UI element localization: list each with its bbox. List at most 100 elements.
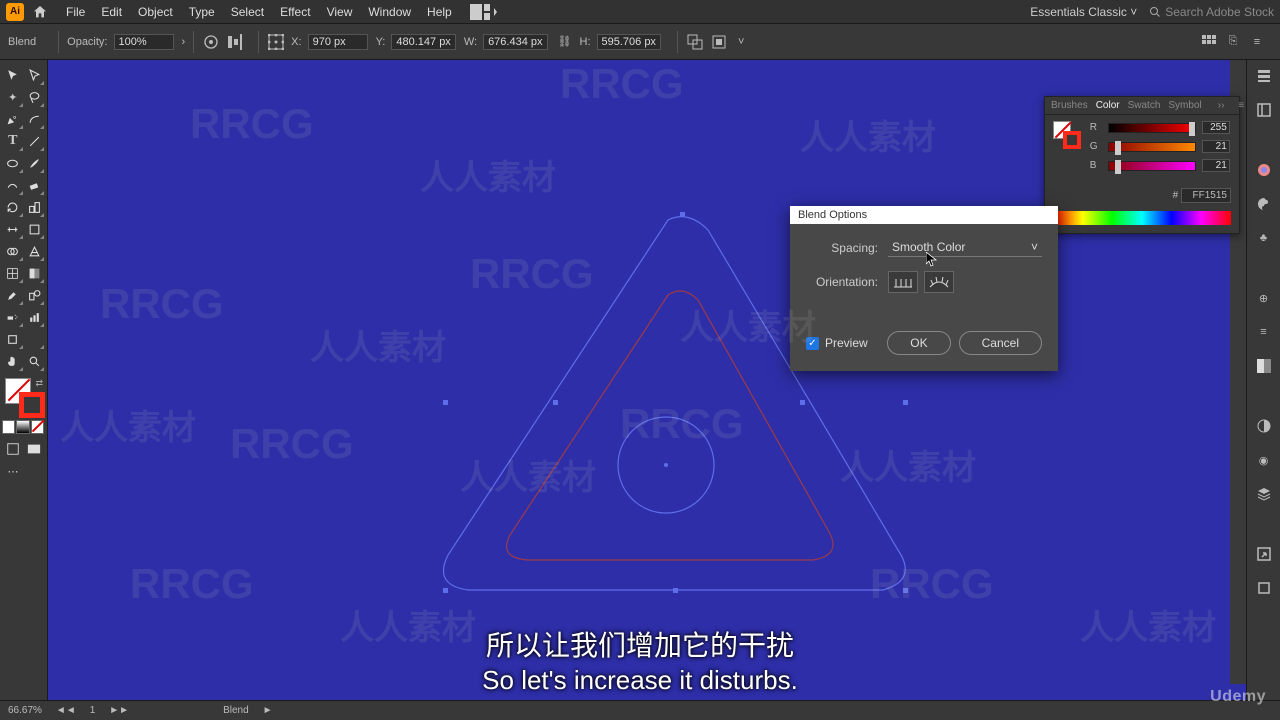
- status-flyout-icon[interactable]: ►: [263, 705, 273, 716]
- line-tool[interactable]: [24, 130, 46, 152]
- width-tool[interactable]: [2, 218, 24, 240]
- b-value[interactable]: 21: [1202, 159, 1230, 172]
- paintbrush-tool[interactable]: [24, 152, 46, 174]
- g-slider[interactable]: [1108, 142, 1196, 152]
- color-panel-icon[interactable]: [1254, 160, 1274, 180]
- menu-file[interactable]: File: [58, 5, 93, 19]
- zoom-tool[interactable]: [24, 350, 46, 372]
- tab-symbols[interactable]: Symbol: [1168, 100, 1201, 111]
- blend-tool[interactable]: [24, 284, 46, 306]
- color-mode-solid[interactable]: [2, 420, 15, 434]
- orientation-align-page[interactable]: [888, 271, 918, 293]
- more-options-icon[interactable]: ˅: [738, 36, 744, 48]
- artboards-panel-icon[interactable]: [1254, 578, 1274, 598]
- artboard-tool[interactable]: [2, 328, 24, 350]
- edit-toolbar[interactable]: ⋯: [2, 460, 24, 482]
- layers-panel-icon[interactable]: [1254, 484, 1274, 504]
- mesh-tool[interactable]: [2, 262, 24, 284]
- screen-mode[interactable]: [24, 438, 46, 460]
- zoom-level[interactable]: 66.67%: [8, 705, 42, 716]
- r-slider[interactable]: [1108, 123, 1196, 133]
- isolate-icon[interactable]: [710, 33, 728, 51]
- menu-window[interactable]: Window: [360, 5, 419, 19]
- transparency-panel-icon[interactable]: [1254, 416, 1274, 436]
- curvature-tool[interactable]: [24, 108, 46, 130]
- magic-wand-tool[interactable]: ✦: [2, 86, 24, 108]
- free-transform-tool[interactable]: [24, 218, 46, 240]
- rotate-tool[interactable]: [2, 196, 24, 218]
- stroke-swatch[interactable]: [19, 392, 45, 418]
- slice-tool[interactable]: [24, 328, 46, 350]
- workspace-switcher[interactable]: Essentials Classic ˅: [1030, 5, 1137, 19]
- cancel-button[interactable]: Cancel: [959, 331, 1042, 355]
- draw-mode-normal[interactable]: [2, 438, 24, 460]
- scale-tool[interactable]: [24, 196, 46, 218]
- color-spectrum[interactable]: [1053, 211, 1231, 225]
- direct-selection-tool[interactable]: [24, 64, 46, 86]
- menu-icon[interactable]: ≡: [1248, 33, 1266, 51]
- hand-tool[interactable]: [2, 350, 24, 372]
- shaper-tool[interactable]: [2, 174, 24, 196]
- fill-stroke-indicator[interactable]: ⇄: [5, 378, 45, 418]
- opacity-field[interactable]: 100%: [114, 34, 174, 50]
- opacity-flyout-icon[interactable]: ›: [182, 36, 186, 48]
- preview-checkbox[interactable]: ✓Preview: [806, 336, 868, 350]
- symbol-sprayer-tool[interactable]: [2, 306, 24, 328]
- tab-brushes[interactable]: Brushes: [1051, 100, 1088, 111]
- spacing-dropdown[interactable]: Smooth Color˅: [888, 238, 1042, 257]
- menu-view[interactable]: View: [319, 5, 361, 19]
- transform-ref-icon[interactable]: [267, 33, 285, 51]
- tab-color[interactable]: Color: [1096, 100, 1120, 111]
- artboard-nav-prev[interactable]: ◄◄: [56, 705, 76, 716]
- panel-toggle-icon[interactable]: [1200, 33, 1218, 51]
- dock-icon[interactable]: ⎘: [1224, 33, 1242, 51]
- panel-menu-icon[interactable]: ≡: [1238, 100, 1244, 111]
- libraries-panel-icon[interactable]: [1254, 100, 1274, 120]
- ok-button[interactable]: OK: [887, 331, 950, 355]
- link-wh-icon[interactable]: ⛓: [556, 33, 574, 51]
- swap-fill-stroke-icon[interactable]: ⇄: [35, 378, 43, 389]
- shape-mode-icon[interactable]: [686, 33, 704, 51]
- lasso-tool[interactable]: [24, 86, 46, 108]
- x-field[interactable]: 970 px: [308, 34, 368, 50]
- w-field[interactable]: 676.434 px: [483, 34, 547, 50]
- search-stock[interactable]: Search Adobe Stock: [1149, 5, 1274, 19]
- menu-type[interactable]: Type: [181, 5, 223, 19]
- asset-export-panel-icon[interactable]: [1254, 544, 1274, 564]
- type-tool[interactable]: T: [2, 130, 24, 152]
- perspective-tool[interactable]: [24, 240, 46, 262]
- panel-expand-icon[interactable]: ››: [1218, 100, 1225, 111]
- graph-tool[interactable]: [24, 306, 46, 328]
- tab-swatches[interactable]: Swatch: [1128, 100, 1161, 111]
- menu-select[interactable]: Select: [223, 5, 272, 19]
- eraser-tool[interactable]: [24, 174, 46, 196]
- g-value[interactable]: 21: [1202, 140, 1230, 153]
- rectangle-tool[interactable]: [2, 152, 24, 174]
- brushes-panel-icon[interactable]: ♣: [1254, 228, 1274, 248]
- panel-fill-stroke[interactable]: [1053, 121, 1081, 149]
- y-field[interactable]: 480.147 px: [391, 34, 455, 50]
- menu-effect[interactable]: Effect: [272, 5, 318, 19]
- menu-object[interactable]: Object: [130, 5, 181, 19]
- r-value[interactable]: 255: [1202, 121, 1230, 134]
- eyedropper-tool[interactable]: [2, 284, 24, 306]
- arrange-docs-icon[interactable]: [470, 4, 498, 20]
- artboard-nav-value[interactable]: 1: [90, 705, 96, 716]
- h-field[interactable]: 595.706 px: [597, 34, 661, 50]
- align-icon[interactable]: [226, 33, 244, 51]
- b-slider[interactable]: [1108, 161, 1196, 171]
- color-mode-gradient[interactable]: [16, 420, 29, 434]
- symbols-panel-icon[interactable]: ⊕: [1254, 288, 1274, 308]
- gradient-tool[interactable]: [24, 262, 46, 284]
- selection-tool[interactable]: [2, 64, 24, 86]
- home-icon[interactable]: [32, 4, 48, 20]
- properties-panel-icon[interactable]: [1254, 66, 1274, 86]
- color-mode-none[interactable]: [31, 420, 44, 434]
- hex-field[interactable]: FF1515: [1181, 188, 1231, 203]
- artboard-nav-next[interactable]: ►►: [109, 705, 129, 716]
- orientation-align-path[interactable]: [924, 271, 954, 293]
- menu-edit[interactable]: Edit: [93, 5, 130, 19]
- appearance-panel-icon[interactable]: ◉: [1254, 450, 1274, 470]
- shape-builder-tool[interactable]: [2, 240, 24, 262]
- pen-tool[interactable]: [2, 108, 24, 130]
